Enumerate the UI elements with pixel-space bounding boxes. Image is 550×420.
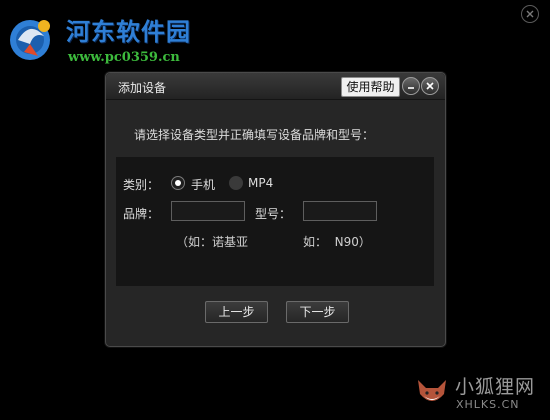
app-close-button[interactable] xyxy=(521,5,539,23)
device-form-panel: 类别： 手机 MP4 品牌： 型号： （如：诺基亚 如： N90） xyxy=(116,157,434,286)
watermark-url: www.pc0359.cn xyxy=(68,50,180,65)
minimize-button[interactable] xyxy=(402,77,420,95)
brand-hint: （如：诺基亚 xyxy=(176,235,249,249)
radio-phone[interactable] xyxy=(171,176,185,190)
next-step-button[interactable]: 下一步 xyxy=(286,301,349,323)
minimize-icon xyxy=(408,87,414,89)
close-icon xyxy=(426,82,434,90)
model-label: 型号： xyxy=(255,207,292,221)
brand-input[interactable] xyxy=(171,201,245,221)
category-label: 类别： xyxy=(123,178,160,192)
radio-mp4[interactable] xyxy=(229,176,243,190)
watermark-bottom-url: XHLKS.CN xyxy=(456,398,520,411)
close-icon xyxy=(526,10,534,18)
radio-phone-label[interactable]: 手机 xyxy=(191,176,215,193)
model-input[interactable] xyxy=(303,201,377,221)
dialog-titlebar: 添加设备 使用帮助 xyxy=(106,73,445,100)
fox-icon xyxy=(418,380,446,401)
add-device-dialog: 添加设备 使用帮助 请选择设备类型并正确填写设备品牌和型号： 类别： 手机 MP… xyxy=(105,72,446,347)
logo-icon xyxy=(10,20,50,60)
help-button[interactable]: 使用帮助 xyxy=(341,77,400,97)
brand-label: 品牌： xyxy=(123,207,160,221)
dialog-title: 添加设备 xyxy=(118,81,167,95)
watermark-title: 河东软件园 xyxy=(66,17,191,46)
model-hint: 如： N90） xyxy=(303,235,371,249)
previous-step-button[interactable]: 上一步 xyxy=(205,301,268,323)
radio-mp4-label[interactable]: MP4 xyxy=(248,176,273,190)
instruction-text: 请选择设备类型并正确填写设备品牌和型号： xyxy=(134,128,375,142)
watermark-bottom-title: 小狐狸网 xyxy=(455,376,536,398)
close-button[interactable] xyxy=(421,77,439,95)
